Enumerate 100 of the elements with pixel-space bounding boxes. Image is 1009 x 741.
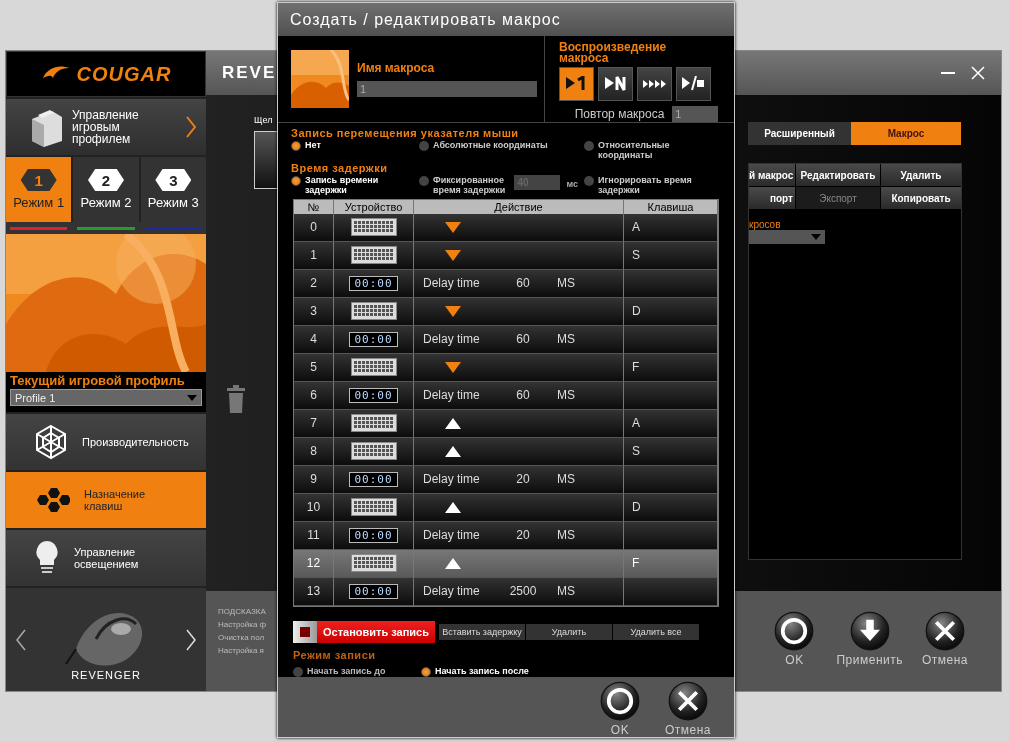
macro-dropdown[interactable] <box>749 230 825 244</box>
playback-mode-button[interactable] <box>598 66 633 101</box>
delay-unit: MS <box>557 332 575 347</box>
tab[interactable]: Расширенный <box>748 122 851 145</box>
mode-tab[interactable]: 1 Режим 1 <box>6 157 72 222</box>
keyboard-icon <box>350 442 397 461</box>
delay-label: Delay time <box>423 528 481 543</box>
playback-mode-button[interactable] <box>676 66 711 101</box>
table-cell: 1 <box>294 241 334 270</box>
close-icon <box>925 611 965 651</box>
hexagons-icon <box>34 485 70 515</box>
stop-recording-button[interactable]: Остановить запись <box>293 620 435 643</box>
close-icon <box>668 680 708 721</box>
chevron-left-icon[interactable] <box>16 628 26 651</box>
table-row[interactable]: 9 00:00 Delay time 20 MS <box>294 465 718 494</box>
nav-item[interactable]: Управление освещением <box>6 530 206 586</box>
table-row[interactable]: 10 D <box>294 493 718 522</box>
table-cell: 3 <box>294 297 334 326</box>
trash-icon[interactable] <box>226 385 246 413</box>
cancel-button[interactable]: Отмена <box>917 611 973 691</box>
ok-button[interactable]: OK <box>592 680 648 737</box>
macro-action-button[interactable]: порт <box>749 187 795 209</box>
nav-item[interactable]: Назначение клавиш <box>6 472 206 528</box>
delay-value: 20 <box>515 528 531 543</box>
section-label: Щел <box>254 115 274 125</box>
macro-action-button[interactable]: Копировать <box>881 187 961 209</box>
macro-action-button[interactable]: Удалить <box>881 164 961 186</box>
table-cell: 11 <box>294 521 334 550</box>
timer-display: 00:00 <box>349 583 398 599</box>
radio-option[interactable]: Нет <box>291 139 419 160</box>
macro-action-button[interactable]: Редактировать <box>796 164 880 186</box>
table-row[interactable]: 13 00:00 Delay time 2500 MS <box>294 577 718 606</box>
table-cell: F <box>624 549 718 578</box>
mode-number-badge: 2 <box>88 169 124 191</box>
table-row[interactable]: 11 00:00 Delay time 20 MS <box>294 521 718 550</box>
mode-tab[interactable]: 2 Режим 2 <box>73 157 139 222</box>
close-icon[interactable] <box>971 66 985 80</box>
radio-option[interactable]: Начать запись после <box>421 665 719 677</box>
delay-value: 20 <box>515 472 531 487</box>
table-cell: 9 <box>294 465 334 494</box>
profile-dropdown[interactable]: Profile 1 <box>10 389 202 406</box>
timer-display: 00:00 <box>349 387 398 403</box>
table-row[interactable]: 0 A <box>294 213 718 242</box>
tab[interactable]: Макрос <box>851 122 961 145</box>
nav-item[interactable]: Производительность <box>6 414 206 470</box>
logo: COUGAR <box>6 51 206 97</box>
table-cell: 12 <box>294 549 334 578</box>
radio-option[interactable]: Относительные координаты <box>584 139 721 160</box>
down-triangle-icon <box>445 305 461 317</box>
macro-name-label: Имя макроса <box>357 60 436 75</box>
table-row[interactable]: 8 S <box>294 437 718 466</box>
edit-button[interactable]: Вставить задержку <box>439 623 525 640</box>
playback-mode-button[interactable] <box>559 66 594 101</box>
table-row[interactable]: 5 F <box>294 353 718 382</box>
down-triangle-icon <box>445 249 461 261</box>
keyboard-icon <box>350 218 397 237</box>
button-thumbnail[interactable] <box>254 131 279 189</box>
table-cell: A <box>624 213 718 242</box>
radio-option[interactable]: Начать запись до <box>293 665 421 677</box>
table-cell: 5 <box>294 353 334 382</box>
timer-display: 00:00 <box>349 275 398 291</box>
macro-action-button[interactable]: й макрос <box>749 164 795 186</box>
table-row[interactable]: 4 00:00 Delay time 60 MS <box>294 325 718 354</box>
table-cell: 10 <box>294 493 334 522</box>
circle-icon <box>600 680 640 721</box>
table-cell: S <box>624 241 718 270</box>
delay-value: 60 <box>515 388 531 403</box>
radio-option[interactable]: Абсолютные координаты <box>419 139 584 160</box>
playback-mode-button[interactable] <box>637 66 672 101</box>
table-cell: D <box>624 297 718 326</box>
radio-option[interactable]: Запись времени задержки <box>291 174 419 195</box>
hint-text: Очистка пол <box>218 633 266 642</box>
table-row[interactable]: 2 00:00 Delay time 60 MS <box>294 269 718 298</box>
mode-tab[interactable]: 3 Режим 3 <box>140 157 206 222</box>
edit-button[interactable]: Удалить все <box>613 623 699 640</box>
delay-unit: MS <box>557 472 575 487</box>
hint-text: Настройка я <box>218 646 265 655</box>
playback-label: Воспроизведение макроса <box>559 42 668 64</box>
radio-option[interactable]: Игнорировать время задержки <box>584 174 721 195</box>
radio-option[interactable]: Фиксированное время задержки <box>419 174 509 195</box>
ok-button[interactable]: OK <box>766 611 823 691</box>
keyboard-icon <box>350 498 397 517</box>
table-row[interactable]: 7 A <box>294 409 718 438</box>
light-bulb-icon <box>34 540 60 576</box>
hexagon-web-icon <box>34 424 68 460</box>
table-cell: F <box>624 353 718 382</box>
table-row[interactable]: 1 S <box>294 241 718 270</box>
table-row[interactable]: 6 00:00 Delay time 60 MS <box>294 381 718 410</box>
profile-management-button[interactable]: Управление игровым профилем <box>6 99 206 155</box>
chevron-right-icon[interactable] <box>186 628 196 651</box>
apply-button[interactable]: Применить <box>836 611 903 691</box>
table-row[interactable]: 3 D <box>294 297 718 326</box>
table-cell: 4 <box>294 325 334 354</box>
current-profile-label: Текущий игровой профиль <box>10 373 186 388</box>
play-icon <box>682 76 705 92</box>
table-row[interactable]: 12 F <box>294 549 718 578</box>
edit-button[interactable]: Удалить <box>526 623 612 640</box>
cancel-button[interactable]: Отмена <box>660 680 716 737</box>
table-cell: A <box>624 409 718 438</box>
delay-value: 2500 <box>508 584 538 599</box>
